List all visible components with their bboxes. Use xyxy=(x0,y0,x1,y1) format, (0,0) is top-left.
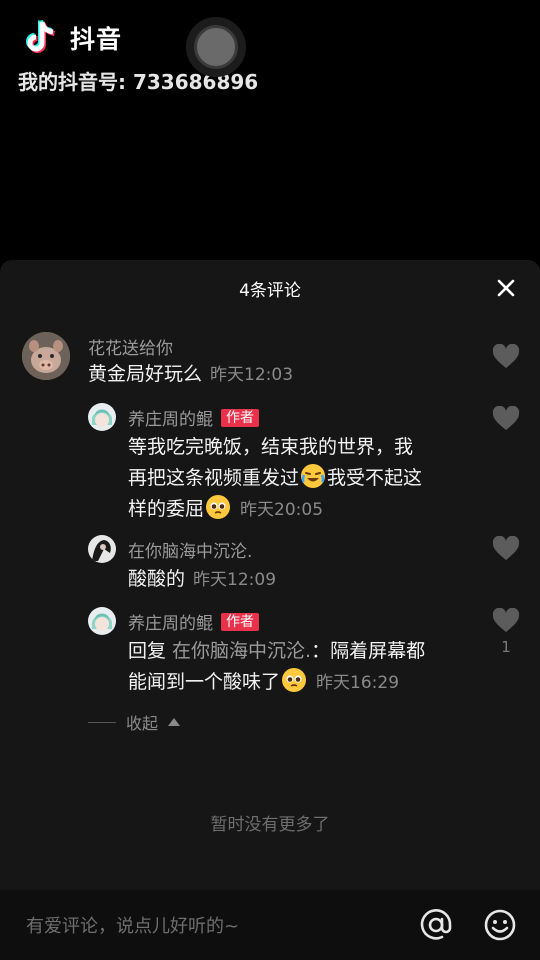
emoji-button[interactable] xyxy=(482,907,518,943)
app-name: 抖音 xyxy=(70,25,123,54)
author-badge: 作者 xyxy=(221,612,259,631)
anime-avatar-icon xyxy=(88,607,116,635)
comment-text: 黄金局好玩么 昨天12:03 xyxy=(88,359,468,391)
dark-avatar-icon xyxy=(88,535,116,563)
pig-avatar-icon xyxy=(22,332,70,380)
comment-line: 回复 在你脑海中沉沦.：隔着屏幕都 xyxy=(128,636,478,667)
comment-line: 等我吃完晚饭，结束我的世界，我 xyxy=(128,436,414,458)
comment-text: 回复 在你脑海中沉沦.：隔着屏幕都 能闻到一个酸味了 昨天16:29 xyxy=(128,636,478,699)
comment-username[interactable]: 养庄周的鲲 作者 xyxy=(128,609,259,634)
avatar[interactable] xyxy=(88,607,116,635)
comment-username[interactable]: 养庄周的鲲 作者 xyxy=(128,405,259,430)
comment-fragment: 我受不起这 xyxy=(327,467,423,489)
pleading-face-emoji-icon xyxy=(282,668,307,692)
laughing-tears-emoji-icon xyxy=(301,464,326,488)
comment-fragment: 样的委屈 xyxy=(128,498,205,520)
comment-time: 昨天12:09 xyxy=(193,570,277,590)
reply-target-username[interactable]: 在你脑海中沉沦. xyxy=(172,640,311,662)
music-note-icon xyxy=(26,19,56,53)
comment-line: 能闻到一个酸味了 昨天16:29 xyxy=(128,667,478,699)
heart-icon[interactable] xyxy=(492,344,520,370)
douyin-logo: 抖音 xyxy=(22,18,122,58)
comment-username[interactable]: 花花送给你 xyxy=(88,334,173,359)
heart-icon[interactable] xyxy=(492,406,520,432)
smile-icon xyxy=(484,909,516,941)
comment-sheet: 4条评论 花花送给你 黄金局好玩么 昨天12:03 养庄周的鲲 作者 等我吃完晚… xyxy=(0,260,540,890)
no-more-text: 暂时没有更多了 xyxy=(210,815,330,835)
triangle-up-icon xyxy=(168,718,181,726)
comment-body: 黄金局好玩么 xyxy=(88,363,203,385)
comment-time: 昨天16:29 xyxy=(316,673,400,693)
comment-time: 昨天20:05 xyxy=(240,500,324,520)
comment-fragment: ：隔着屏幕都 xyxy=(311,640,426,662)
heart-icon[interactable] xyxy=(492,536,520,562)
comment-time: 昨天12:03 xyxy=(210,365,294,385)
comment-username[interactable]: 在你脑海中沉沦. xyxy=(128,537,252,562)
comment-body: 酸酸的 xyxy=(128,568,186,590)
divider xyxy=(88,721,116,723)
like-count: 1 xyxy=(501,638,511,656)
comment-text: 等我吃完晚饭，结束我的世界，我 再把这条视频重发过 我受不起这 样的委屈 昨天20:… xyxy=(128,432,478,526)
sheet-title: 4条评论 xyxy=(239,281,301,301)
collapse-label: 收起 xyxy=(126,714,159,733)
record-dot-icon xyxy=(194,25,238,69)
heart-icon[interactable] xyxy=(492,608,520,634)
comment-input-bar: 有爱评论，说点儿好听的~ xyxy=(0,890,540,960)
username-text: 养庄周的鲲 xyxy=(128,614,213,634)
comment-line: 再把这条视频重发过 我受不起这 xyxy=(128,463,478,494)
video-area[interactable]: 抖音 我的抖音号: 733686896 xyxy=(0,0,540,262)
comment-line: 样的委屈 昨天20:05 xyxy=(128,494,478,526)
close-icon xyxy=(497,279,515,297)
at-icon xyxy=(420,909,452,940)
mention-button[interactable] xyxy=(418,907,454,943)
username-text: 养庄周的鲲 xyxy=(128,410,213,430)
anime-avatar-icon xyxy=(88,403,116,431)
avatar[interactable] xyxy=(88,403,116,431)
avatar[interactable] xyxy=(22,332,70,380)
username-text: 在你脑海中沉沦. xyxy=(128,542,253,562)
avatar[interactable] xyxy=(88,535,116,563)
comment-input[interactable]: 有爱评论，说点儿好听的~ xyxy=(26,912,239,938)
collapse-replies-button[interactable]: 收起 xyxy=(88,710,181,734)
username-text: 花花送给你 xyxy=(88,339,173,359)
close-button[interactable] xyxy=(494,276,518,300)
reply-prefix: 回复 xyxy=(128,640,173,662)
pleading-face-emoji-icon xyxy=(206,495,231,519)
comment-text: 酸酸的 昨天12:09 xyxy=(128,564,478,596)
comment-fragment: 能闻到一个酸味了 xyxy=(128,671,281,693)
author-badge: 作者 xyxy=(221,408,259,427)
comment-fragment: 再把这条视频重发过 xyxy=(128,467,300,489)
record-button[interactable] xyxy=(186,17,246,77)
